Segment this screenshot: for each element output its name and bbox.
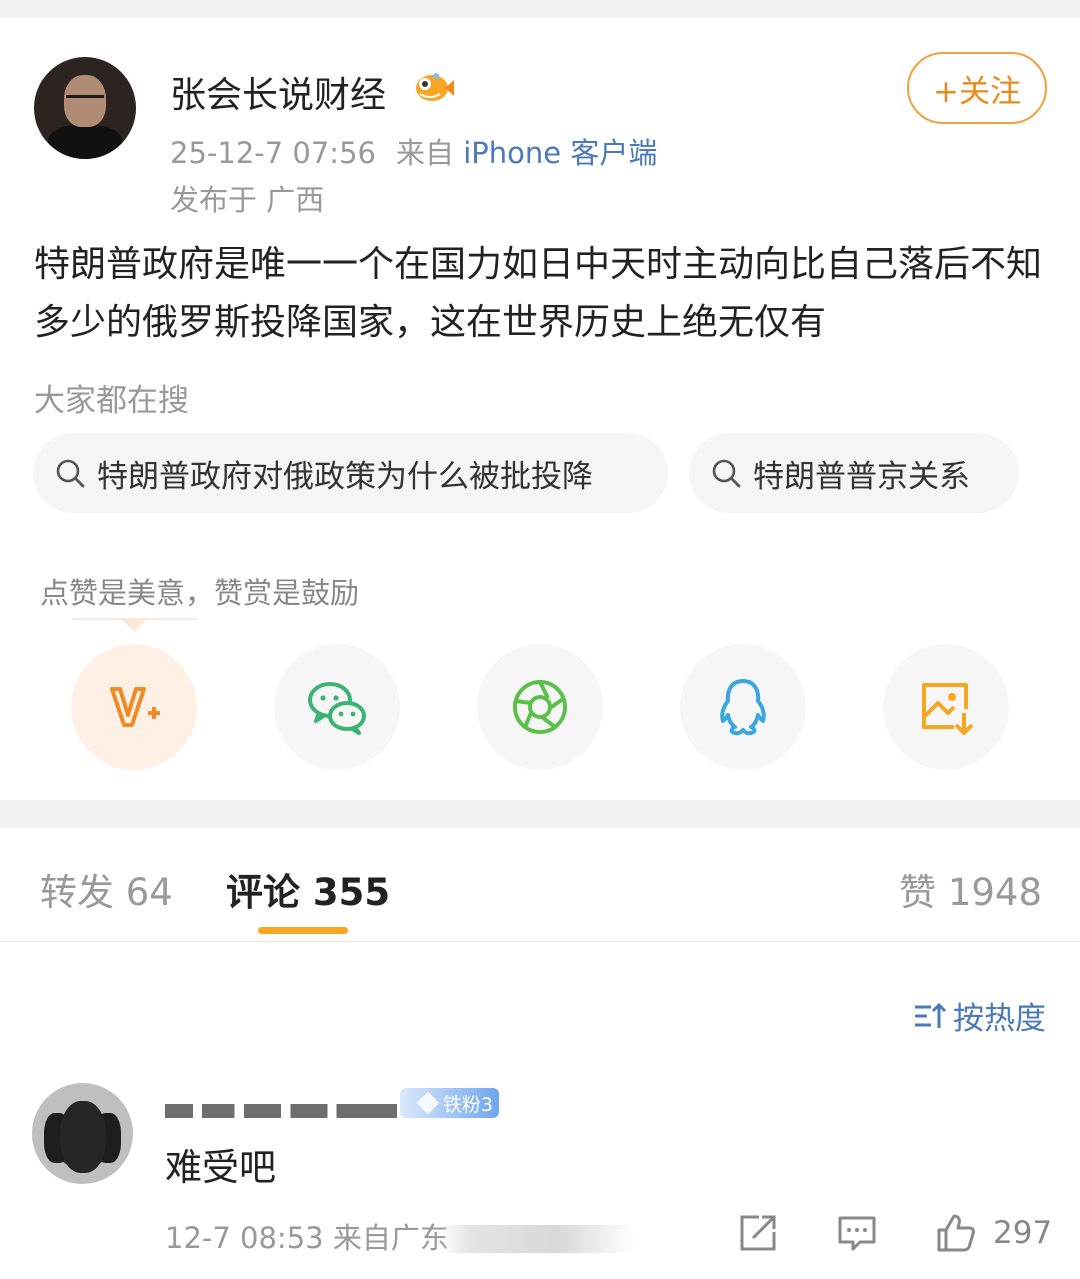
share-qq-button[interactable] (680, 644, 806, 770)
sort-icon (915, 1002, 947, 1028)
comment-like-count: 297 (993, 1215, 1053, 1251)
comment-text: 难受吧 (165, 1146, 276, 1189)
post-meta: 25-12-7 07:56 来自 iPhone 客户端 (170, 130, 657, 172)
tab-divider (0, 941, 1080, 942)
author-name[interactable]: 张会长说财经 (170, 66, 386, 118)
comment-reply-button[interactable] (836, 1212, 878, 1254)
tab-like[interactable]: 赞 1948 (899, 862, 1042, 916)
author-avatar[interactable] (34, 57, 136, 159)
trending-search-label: 大家都在搜 (34, 383, 189, 419)
search-chip[interactable]: 特朗普普京关系 (689, 433, 1019, 513)
search-icon (56, 459, 85, 488)
share-wechat-button[interactable] (274, 644, 400, 770)
sort-label: 按热度 (953, 1001, 1046, 1037)
comment-like-button[interactable]: 297 (935, 1212, 1052, 1254)
fan-level-label: 铁粉3 (442, 1093, 493, 1116)
post-location: 发布于 广西 (170, 183, 325, 217)
save-image-button[interactable] (883, 644, 1009, 770)
fish-badge-icon (416, 73, 454, 101)
follow-button[interactable]: +关注 (907, 52, 1047, 124)
commenter-avatar[interactable] (32, 1083, 133, 1184)
sort-by-heat-button[interactable]: 按热度 (913, 993, 1046, 1038)
tab-comment[interactable]: 评论 355 (226, 862, 390, 916)
qq-icon (720, 679, 766, 736)
comment-bubble-icon (838, 1216, 876, 1251)
section-gap (0, 800, 1080, 828)
tip-arrow (122, 620, 146, 631)
reward-v-plus-button[interactable] (71, 644, 197, 770)
wechat-icon (308, 682, 366, 735)
search-chip[interactable]: 特朗普政府对俄政策为什么被批投降 (33, 433, 668, 513)
thumbs-up-icon (937, 1214, 975, 1252)
fan-level-badge: 铁粉3 (400, 1088, 499, 1118)
post-timestamp: 25-12-7 07:56 (170, 136, 376, 170)
save-image-icon (922, 683, 974, 735)
search-icon (712, 459, 741, 488)
comment-share-button[interactable] (737, 1212, 779, 1254)
from-label: 来自 (395, 136, 454, 170)
commenter-name-obscured[interactable] (165, 1088, 400, 1118)
active-tab-indicator (258, 927, 348, 934)
search-chip-label: 特朗普普京关系 (753, 458, 970, 495)
share-arrow-icon (740, 1215, 776, 1251)
comment-meta: 12-7 08:53 来自广东 (165, 1221, 449, 1255)
share-moments-button[interactable] (477, 644, 603, 770)
moments-icon (513, 680, 567, 734)
top-gap (0, 0, 1080, 18)
v-plus-icon (110, 687, 160, 727)
reward-tip: 点赞是美意，赞赏是鼓励 (40, 576, 360, 610)
search-chip-label: 特朗普政府对俄政策为什么被批投降 (97, 458, 593, 495)
post-body: 特朗普政府是唯一一个在国力如日中天时主动向比自己落后不知多少的俄罗斯投降国家，这… (34, 244, 1043, 343)
post-source-link[interactable]: iPhone 客户端 (463, 136, 657, 170)
tab-repost[interactable]: 转发 64 (40, 862, 173, 916)
diamond-icon (416, 1091, 440, 1115)
obscured-overlay (440, 1225, 635, 1253)
